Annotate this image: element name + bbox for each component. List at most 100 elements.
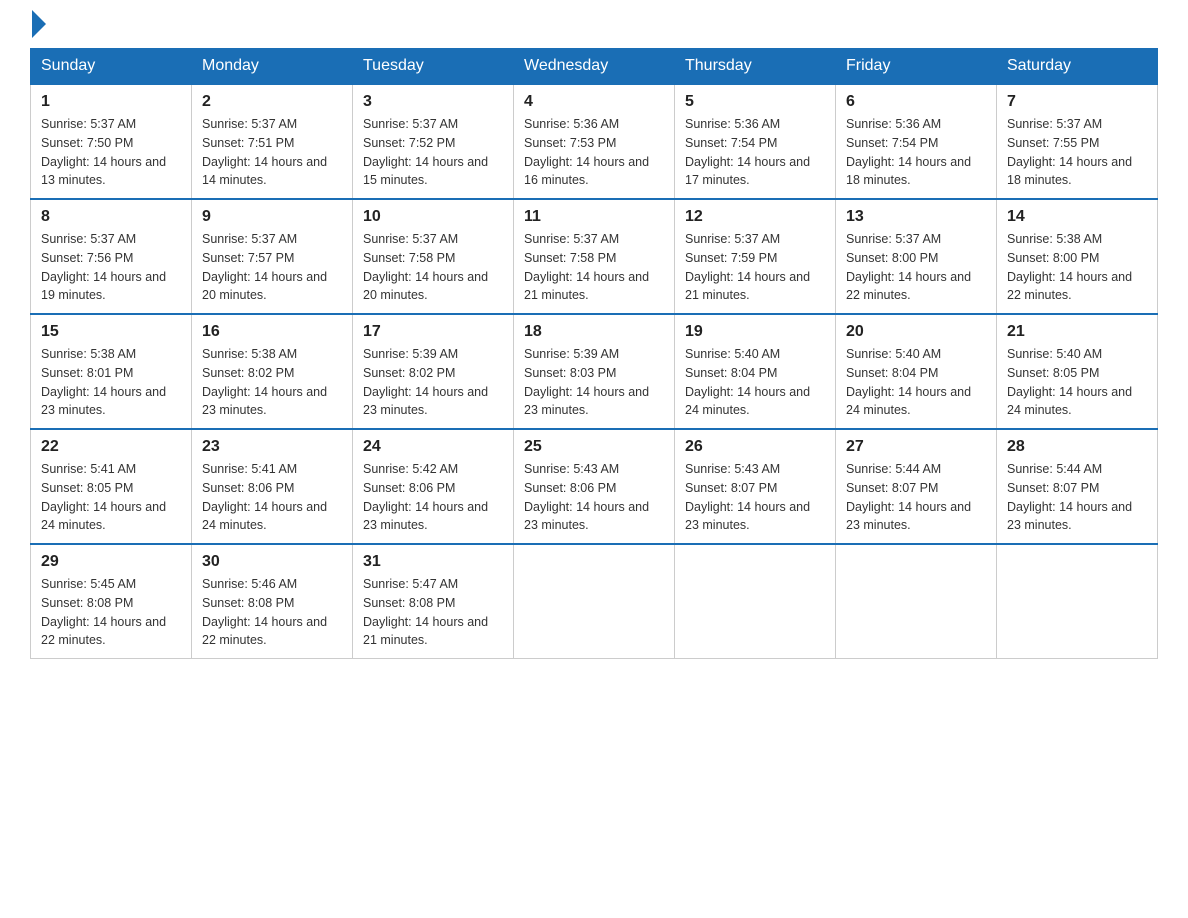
calendar-cell: 12 Sunrise: 5:37 AM Sunset: 7:59 PM Dayl… [675,199,836,314]
sunset-label: Sunset: 7:55 PM [1007,136,1099,150]
calendar-cell: 3 Sunrise: 5:37 AM Sunset: 7:52 PM Dayli… [353,84,514,199]
calendar-cell: 28 Sunrise: 5:44 AM Sunset: 8:07 PM Dayl… [997,429,1158,544]
daylight-label: Daylight: 14 hours and 23 minutes. [1007,500,1132,533]
day-number: 21 [1007,323,1147,341]
day-number: 31 [363,553,503,571]
sunrise-label: Sunrise: 5:38 AM [202,347,297,361]
day-number: 22 [41,438,181,456]
day-info: Sunrise: 5:43 AM Sunset: 8:06 PM Dayligh… [524,460,664,535]
daylight-label: Daylight: 14 hours and 24 minutes. [846,385,971,418]
daylight-label: Daylight: 14 hours and 23 minutes. [363,385,488,418]
sunrise-label: Sunrise: 5:37 AM [846,232,941,246]
sunset-label: Sunset: 7:50 PM [41,136,133,150]
daylight-label: Daylight: 14 hours and 23 minutes. [363,500,488,533]
calendar-week-row: 29 Sunrise: 5:45 AM Sunset: 8:08 PM Dayl… [31,544,1158,659]
sunrise-label: Sunrise: 5:41 AM [202,462,297,476]
calendar-cell: 27 Sunrise: 5:44 AM Sunset: 8:07 PM Dayl… [836,429,997,544]
calendar-week-row: 15 Sunrise: 5:38 AM Sunset: 8:01 PM Dayl… [31,314,1158,429]
weekday-header-saturday: Saturday [997,49,1158,85]
calendar-week-row: 22 Sunrise: 5:41 AM Sunset: 8:05 PM Dayl… [31,429,1158,544]
sunrise-label: Sunrise: 5:46 AM [202,577,297,591]
day-info: Sunrise: 5:36 AM Sunset: 7:54 PM Dayligh… [685,115,825,190]
daylight-label: Daylight: 14 hours and 23 minutes. [41,385,166,418]
sunrise-label: Sunrise: 5:40 AM [685,347,780,361]
sunrise-label: Sunrise: 5:44 AM [846,462,941,476]
sunset-label: Sunset: 8:07 PM [685,481,777,495]
sunrise-label: Sunrise: 5:37 AM [524,232,619,246]
sunrise-label: Sunrise: 5:37 AM [41,117,136,131]
sunrise-label: Sunrise: 5:40 AM [1007,347,1102,361]
day-info: Sunrise: 5:37 AM Sunset: 7:57 PM Dayligh… [202,230,342,305]
day-number: 30 [202,553,342,571]
sunset-label: Sunset: 7:59 PM [685,251,777,265]
daylight-label: Daylight: 14 hours and 21 minutes. [363,615,488,648]
sunrise-label: Sunrise: 5:37 AM [41,232,136,246]
day-number: 23 [202,438,342,456]
sunrise-label: Sunrise: 5:39 AM [363,347,458,361]
day-info: Sunrise: 5:37 AM Sunset: 7:58 PM Dayligh… [363,230,503,305]
day-info: Sunrise: 5:40 AM Sunset: 8:04 PM Dayligh… [846,345,986,420]
sunset-label: Sunset: 8:02 PM [202,366,294,380]
calendar-cell: 4 Sunrise: 5:36 AM Sunset: 7:53 PM Dayli… [514,84,675,199]
daylight-label: Daylight: 14 hours and 22 minutes. [202,615,327,648]
calendar-cell: 14 Sunrise: 5:38 AM Sunset: 8:00 PM Dayl… [997,199,1158,314]
sunrise-label: Sunrise: 5:42 AM [363,462,458,476]
day-info: Sunrise: 5:37 AM Sunset: 7:55 PM Dayligh… [1007,115,1147,190]
sunset-label: Sunset: 8:07 PM [846,481,938,495]
sunset-label: Sunset: 8:06 PM [524,481,616,495]
day-number: 18 [524,323,664,341]
sunrise-label: Sunrise: 5:47 AM [363,577,458,591]
calendar-cell: 19 Sunrise: 5:40 AM Sunset: 8:04 PM Dayl… [675,314,836,429]
daylight-label: Daylight: 14 hours and 22 minutes. [1007,270,1132,303]
day-info: Sunrise: 5:38 AM Sunset: 8:02 PM Dayligh… [202,345,342,420]
day-number: 16 [202,323,342,341]
day-number: 1 [41,93,181,111]
sunset-label: Sunset: 8:02 PM [363,366,455,380]
day-info: Sunrise: 5:38 AM Sunset: 8:00 PM Dayligh… [1007,230,1147,305]
daylight-label: Daylight: 14 hours and 16 minutes. [524,155,649,188]
sunrise-label: Sunrise: 5:36 AM [524,117,619,131]
daylight-label: Daylight: 14 hours and 23 minutes. [524,385,649,418]
calendar-cell: 22 Sunrise: 5:41 AM Sunset: 8:05 PM Dayl… [31,429,192,544]
calendar-cell: 6 Sunrise: 5:36 AM Sunset: 7:54 PM Dayli… [836,84,997,199]
day-info: Sunrise: 5:38 AM Sunset: 8:01 PM Dayligh… [41,345,181,420]
sunset-label: Sunset: 7:57 PM [202,251,294,265]
calendar-cell: 7 Sunrise: 5:37 AM Sunset: 7:55 PM Dayli… [997,84,1158,199]
daylight-label: Daylight: 14 hours and 20 minutes. [202,270,327,303]
sunrise-label: Sunrise: 5:38 AM [41,347,136,361]
sunset-label: Sunset: 8:04 PM [685,366,777,380]
calendar-cell: 8 Sunrise: 5:37 AM Sunset: 7:56 PM Dayli… [31,199,192,314]
day-number: 19 [685,323,825,341]
weekday-header-sunday: Sunday [31,49,192,85]
sunrise-label: Sunrise: 5:43 AM [685,462,780,476]
weekday-header-monday: Monday [192,49,353,85]
sunrise-label: Sunrise: 5:37 AM [1007,117,1102,131]
calendar-cell: 15 Sunrise: 5:38 AM Sunset: 8:01 PM Dayl… [31,314,192,429]
day-number: 29 [41,553,181,571]
day-number: 9 [202,208,342,226]
daylight-label: Daylight: 14 hours and 23 minutes. [524,500,649,533]
sunrise-label: Sunrise: 5:37 AM [202,232,297,246]
sunset-label: Sunset: 8:08 PM [202,596,294,610]
weekday-header-friday: Friday [836,49,997,85]
page-header [30,20,1158,38]
calendar-cell [997,544,1158,659]
day-number: 4 [524,93,664,111]
sunset-label: Sunset: 7:54 PM [685,136,777,150]
sunset-label: Sunset: 8:00 PM [846,251,938,265]
calendar-cell: 25 Sunrise: 5:43 AM Sunset: 8:06 PM Dayl… [514,429,675,544]
day-info: Sunrise: 5:36 AM Sunset: 7:54 PM Dayligh… [846,115,986,190]
day-info: Sunrise: 5:37 AM Sunset: 7:50 PM Dayligh… [41,115,181,190]
weekday-header-tuesday: Tuesday [353,49,514,85]
sunset-label: Sunset: 8:01 PM [41,366,133,380]
calendar-cell: 31 Sunrise: 5:47 AM Sunset: 8:08 PM Dayl… [353,544,514,659]
day-info: Sunrise: 5:37 AM Sunset: 7:58 PM Dayligh… [524,230,664,305]
day-info: Sunrise: 5:37 AM Sunset: 7:56 PM Dayligh… [41,230,181,305]
daylight-label: Daylight: 14 hours and 17 minutes. [685,155,810,188]
daylight-label: Daylight: 14 hours and 13 minutes. [41,155,166,188]
day-number: 25 [524,438,664,456]
sunrise-label: Sunrise: 5:37 AM [363,117,458,131]
calendar-cell: 1 Sunrise: 5:37 AM Sunset: 7:50 PM Dayli… [31,84,192,199]
sunrise-label: Sunrise: 5:36 AM [846,117,941,131]
day-number: 8 [41,208,181,226]
